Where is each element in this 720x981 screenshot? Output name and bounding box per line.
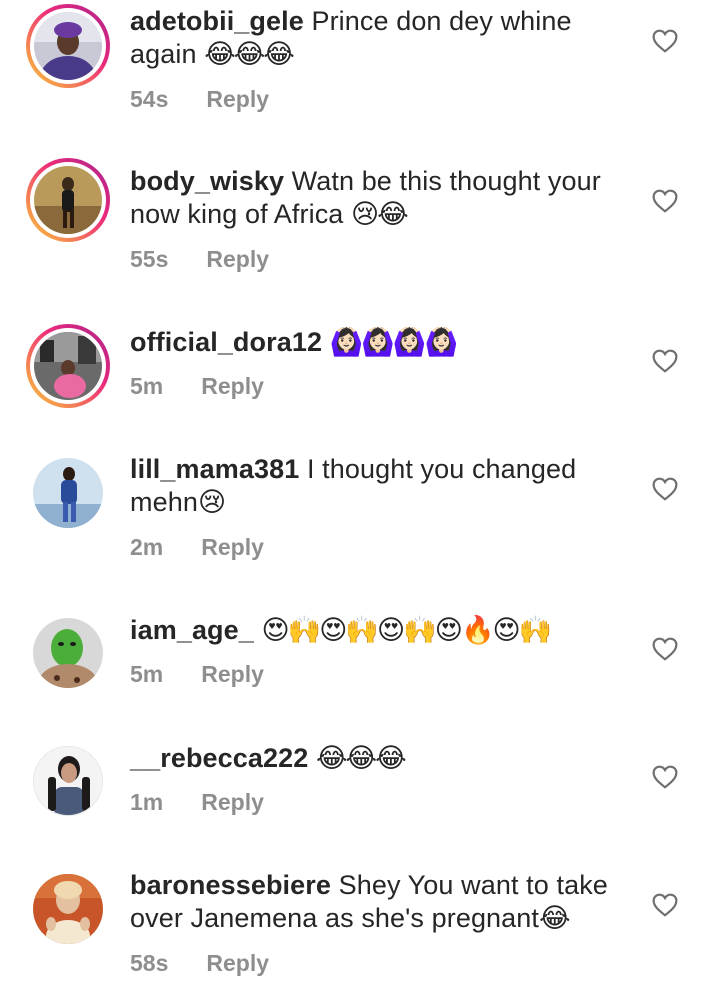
reply-button[interactable]: Reply [201, 789, 264, 815]
comment-time: 5m [130, 373, 164, 399]
avatar[interactable] [33, 874, 103, 944]
comment-text: baronessebiere Shey You want to take ove… [130, 869, 630, 935]
reply-button[interactable]: Reply [206, 950, 269, 976]
comment-text: lill_mama381 I thought you changed mehn😢 [130, 453, 630, 519]
comment-meta: 1m Reply [130, 789, 264, 816]
comment-text: adetobii_gele Prince don dey whine again… [130, 5, 630, 71]
comment-emojis: 😂😂😂 [204, 39, 295, 69]
like-heart-icon[interactable] [652, 29, 678, 53]
comment-text: iam_age_ 😍🙌😍🙌😍🙌😍🔥😍🙌 [130, 614, 630, 647]
comment-meta: 2m Reply [130, 534, 264, 561]
comment-username[interactable]: official_dora12 [130, 327, 322, 357]
avatar[interactable] [34, 12, 102, 80]
avatar[interactable] [34, 166, 102, 234]
like-heart-icon[interactable] [652, 765, 678, 789]
avatar-story-ring[interactable] [26, 4, 110, 88]
like-heart-icon[interactable] [652, 893, 678, 917]
comment-meta: 58s Reply [130, 950, 269, 977]
comment-username[interactable]: lill_mama381 [130, 454, 299, 484]
comment-meta: 5m Reply [130, 373, 264, 400]
comment-meta: 54s Reply [130, 86, 269, 113]
avatar-story-ring[interactable] [26, 158, 110, 242]
avatar[interactable] [33, 458, 103, 528]
like-heart-icon[interactable] [652, 189, 678, 213]
comment-username[interactable]: adetobii_gele [130, 6, 304, 36]
like-heart-icon[interactable] [652, 637, 678, 661]
comment-text: body_wisky Watn be this thought your now… [130, 165, 630, 231]
reply-button[interactable]: Reply [201, 373, 264, 399]
comment-time: 54s [130, 86, 169, 112]
like-heart-icon[interactable] [652, 477, 678, 501]
avatar[interactable] [34, 332, 102, 400]
comment-time: 5m [130, 661, 164, 687]
comment-time: 55s [130, 246, 169, 272]
comment-emojis: 😂 [539, 903, 571, 933]
comment-time: 1m [130, 789, 164, 815]
comment-meta: 55s Reply [130, 246, 269, 273]
reply-button[interactable]: Reply [201, 534, 264, 560]
comment-emojis: 😍🙌😍🙌😍🙌😍🔥😍🙌 [261, 615, 553, 645]
comment-text: official_dora12 🙆🏻‍♀️🙆🏻‍♀️🙆🏻‍♀️🙆🏻‍♀️ [130, 326, 630, 359]
like-heart-icon[interactable] [652, 349, 678, 373]
comment-time: 2m [130, 534, 164, 560]
comment-username[interactable]: body_wisky [130, 166, 284, 196]
reply-button[interactable]: Reply [201, 661, 264, 687]
comment-meta: 5m Reply [130, 661, 264, 688]
avatar[interactable] [33, 746, 103, 816]
comment-emojis: 😢😂 [351, 199, 409, 229]
comment-username[interactable]: iam_age_ [130, 615, 254, 645]
reply-button[interactable]: Reply [206, 86, 269, 112]
comment-username[interactable]: __rebecca222 [130, 743, 308, 773]
comment-text: __rebecca222 😂😂😂 [130, 742, 630, 775]
comment-username[interactable]: baronessebiere [130, 870, 331, 900]
comment-time: 58s [130, 950, 169, 976]
avatar-story-ring[interactable] [26, 324, 110, 408]
comment-emojis: 🙆🏻‍♀️🙆🏻‍♀️🙆🏻‍♀️🙆🏻‍♀️ [329, 327, 458, 357]
reply-button[interactable]: Reply [206, 246, 269, 272]
comment-emojis: 😂😂😂 [315, 743, 407, 773]
comment-emojis: 😢 [197, 487, 226, 517]
avatar[interactable] [33, 618, 103, 688]
